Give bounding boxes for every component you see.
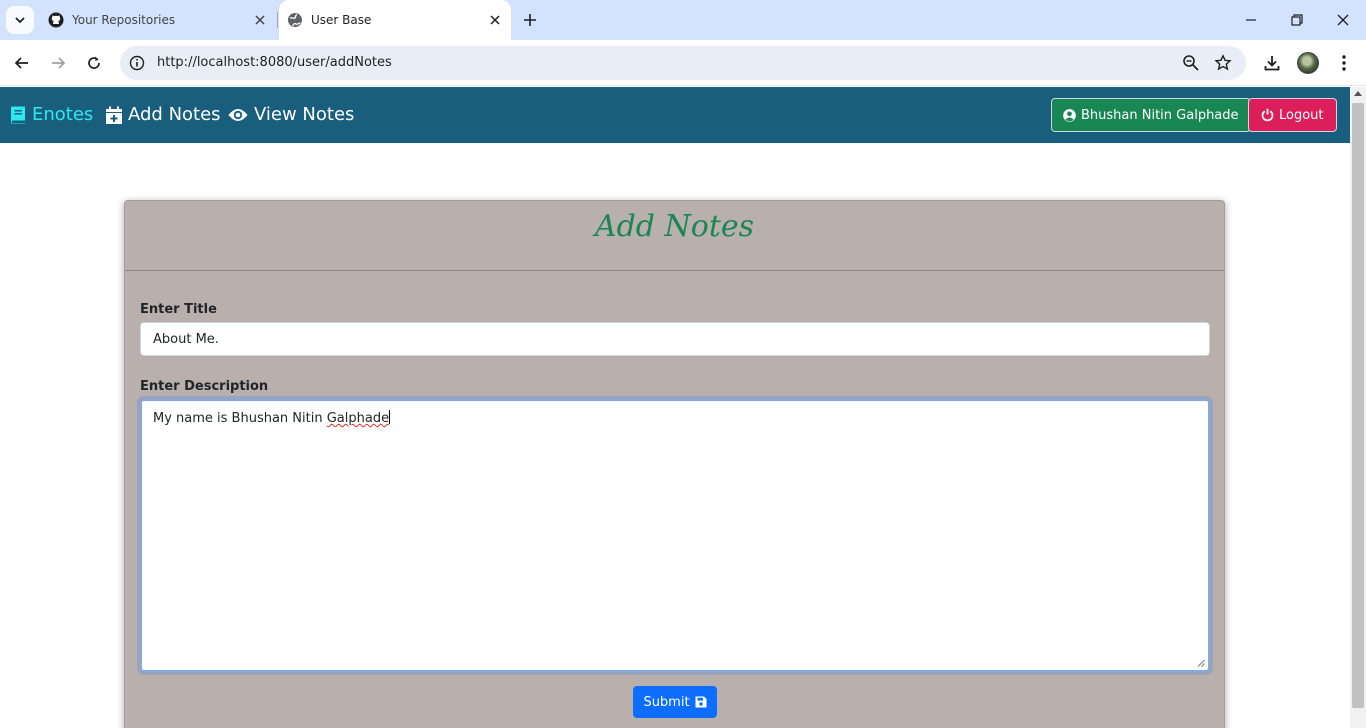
close-icon (255, 15, 265, 25)
arrow-right-icon (52, 57, 66, 69)
more-vert-icon (1342, 55, 1346, 71)
address-bar[interactable]: http://localhost:8080/user/addNotes (120, 46, 1246, 80)
nav-add-notes-label: Add Notes (128, 104, 221, 125)
tab-your-repositories[interactable]: Your Repositories (40, 0, 276, 40)
profile-avatar[interactable] (1297, 52, 1319, 74)
page-viewport: Enotes Add Notes View Notes Bhushan Niti… (0, 87, 1350, 728)
plus-icon (524, 14, 536, 26)
misspelled-word: Galphade (326, 411, 390, 426)
resize-handle-icon[interactable] (1197, 659, 1205, 667)
user-profile-button[interactable]: Bhushan Nitin Galphade (1051, 98, 1251, 132)
github-icon (48, 12, 64, 28)
nav-view-notes[interactable]: View Notes (228, 104, 354, 125)
tab-search-button[interactable] (6, 6, 34, 34)
tab-user-base[interactable]: User Base (279, 0, 511, 40)
minimize-button[interactable] (1239, 8, 1263, 32)
browser-tab-strip: Your Repositories User Base (0, 0, 1366, 40)
reload-icon (88, 56, 100, 69)
page-scrollbar[interactable] (1350, 87, 1366, 728)
nav-view-notes-label: View Notes (254, 104, 355, 125)
calendar-plus-icon (106, 106, 122, 124)
description-textarea[interactable]: My name is Bhushan Nitin Galphade (140, 399, 1210, 672)
close-icon (1337, 14, 1349, 26)
arrow-left-icon (14, 57, 28, 69)
browser-toolbar: http://localhost:8080/user/addNotes (0, 40, 1366, 86)
logout-button[interactable]: Logout (1248, 98, 1337, 132)
submit-button[interactable]: Submit (633, 686, 717, 718)
description-text: My name is Bhushan Nitin (153, 411, 327, 426)
reload-button[interactable] (82, 51, 106, 75)
downloads-button[interactable] (1260, 51, 1284, 75)
tab-separator (277, 12, 278, 28)
browser-menu-button[interactable] (1332, 51, 1356, 75)
floppy-disk-icon (695, 696, 707, 708)
close-icon (490, 15, 500, 25)
close-tab-button[interactable] (487, 12, 503, 28)
chevron-down-icon (15, 17, 25, 24)
back-button[interactable] (10, 51, 34, 75)
zoom-icon[interactable] (1182, 54, 1200, 72)
new-tab-button[interactable] (518, 8, 542, 32)
restore-icon (1291, 14, 1303, 26)
url-text[interactable]: http://localhost:8080/user/addNotes (157, 55, 392, 70)
card-header: Add Notes (125, 201, 1224, 271)
user-name: Bhushan Nitin Galphade (1081, 107, 1239, 123)
logout-label: Logout (1279, 107, 1324, 123)
tab-title: Your Repositories (72, 13, 176, 27)
title-label: Enter Title (140, 302, 217, 317)
download-icon (1264, 56, 1280, 71)
close-window-button[interactable] (1331, 8, 1355, 32)
power-icon (1261, 108, 1274, 122)
forward-button[interactable] (46, 51, 70, 75)
submit-label: Submit (643, 694, 690, 710)
scrollbar-thumb[interactable] (1352, 103, 1364, 708)
add-notes-card: Add Notes Enter Title About Me. Enter De… (124, 200, 1225, 728)
brand-label: Enotes (32, 104, 94, 125)
scroll-up-arrow-icon[interactable] (1354, 91, 1362, 96)
description-label: Enter Description (140, 379, 269, 394)
globe-icon (288, 13, 302, 27)
tab-title: User Base (311, 13, 372, 27)
close-tab-button[interactable] (252, 12, 268, 28)
text-caret (389, 410, 391, 424)
eye-icon (228, 108, 248, 121)
site-info-icon[interactable] (129, 55, 145, 71)
title-input[interactable]: About Me. (140, 322, 1210, 356)
bookmark-star-icon[interactable] (1214, 54, 1232, 72)
minimize-icon (1246, 19, 1256, 21)
app-navbar: Enotes Add Notes View Notes Bhushan Niti… (0, 87, 1350, 143)
page-title: Add Notes (594, 209, 755, 244)
user-circle-icon (1063, 108, 1076, 122)
nav-add-notes[interactable]: Add Notes (106, 104, 221, 125)
book-icon (11, 106, 25, 123)
restore-button[interactable] (1285, 8, 1309, 32)
brand-link[interactable]: Enotes (10, 104, 93, 125)
